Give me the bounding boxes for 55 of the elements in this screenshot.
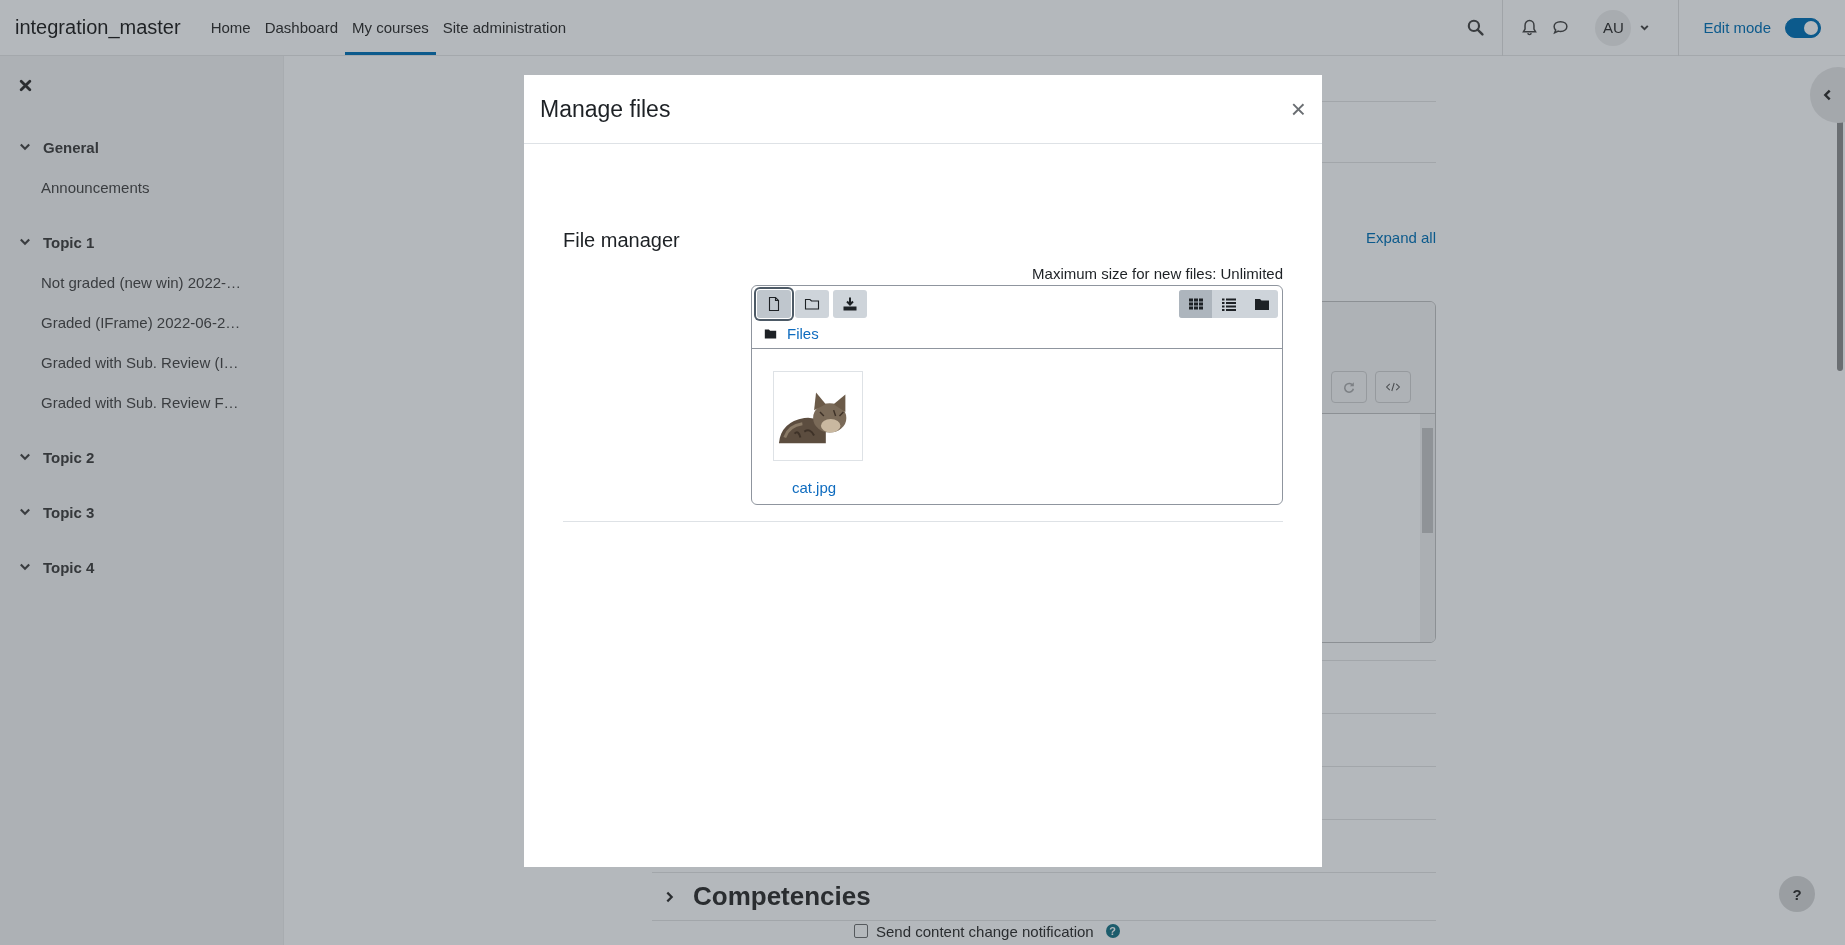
nav-link[interactable]: Dashboard (257, 0, 346, 55)
activity-link[interactable]: Graded with Sub. Review F… (41, 393, 239, 411)
checkbox[interactable] (854, 924, 868, 938)
chevron-icon[interactable] (19, 506, 31, 518)
dialog-title: Manage files (540, 95, 671, 123)
code-icon (1385, 380, 1401, 394)
download-icon (842, 296, 858, 312)
site-name[interactable]: integration_master (15, 16, 181, 39)
chevron-icon[interactable] (19, 141, 31, 153)
scrollbar[interactable] (1420, 414, 1435, 642)
list-icon (1220, 296, 1237, 312)
checkbox-label: Send content change notification (876, 922, 1094, 940)
section-link[interactable]: Topic 4 (43, 558, 95, 576)
path-link[interactable]: Files (787, 324, 819, 342)
chevron-icon[interactable] (19, 451, 31, 463)
close-icon[interactable] (19, 79, 32, 92)
chevron-icon[interactable] (19, 236, 31, 248)
grid-view-button[interactable] (1179, 290, 1212, 318)
edit-mode-label: Edit mode (1703, 19, 1771, 36)
chevron-left-icon (1822, 88, 1833, 102)
activity-link[interactable]: Not graded (new win) 2022-… (41, 273, 242, 291)
section-link[interactable]: Topic 3 (43, 503, 95, 521)
nav-link[interactable]: Home (203, 0, 258, 55)
field-label: File manager (563, 229, 681, 253)
activity-link[interactable]: Announcements (41, 178, 150, 196)
help-icon[interactable]: ? (1105, 924, 1120, 938)
redo-icon (1341, 380, 1357, 394)
nav-link[interactable]: Site administration (435, 0, 574, 55)
nav-link[interactable]: My courses (345, 0, 436, 55)
section-link[interactable]: General (43, 138, 99, 156)
edit-mode-toggle[interactable] (1785, 17, 1821, 38)
folder-icon (1253, 296, 1270, 312)
user-avatar[interactable]: AU (1595, 9, 1632, 46)
search-icon[interactable] (1467, 19, 1485, 36)
file-icon (766, 296, 782, 312)
chat-icon[interactable] (1552, 19, 1570, 36)
create-folder-button[interactable] (795, 290, 829, 318)
activity-link[interactable]: Graded (IFrame) 2022-06-2… (41, 313, 241, 331)
max-size-note: Maximum size for new files: Unlimited (1031, 265, 1283, 282)
section-link[interactable]: Topic 2 (43, 448, 95, 466)
chevron-icon[interactable] (19, 561, 31, 573)
folder-icon (804, 296, 820, 312)
folder-icon (764, 326, 777, 340)
activity-link[interactable]: Graded with Sub. Review (I… (41, 353, 239, 371)
chevron-icon[interactable] (664, 889, 675, 904)
add-file-button[interactable] (757, 290, 791, 318)
file-name-link[interactable]: cat.jpg (791, 479, 837, 496)
close-button[interactable]: × (1290, 96, 1306, 122)
download-button[interactable] (833, 290, 867, 318)
expand-all-link[interactable]: Expand all (1365, 229, 1436, 246)
bell-icon[interactable] (1521, 19, 1539, 36)
help-button[interactable]: ? (1779, 876, 1815, 912)
grid-icon (1187, 296, 1204, 312)
section-heading[interactable]: Competencies (693, 881, 871, 912)
section-link[interactable]: Topic 1 (43, 233, 95, 251)
